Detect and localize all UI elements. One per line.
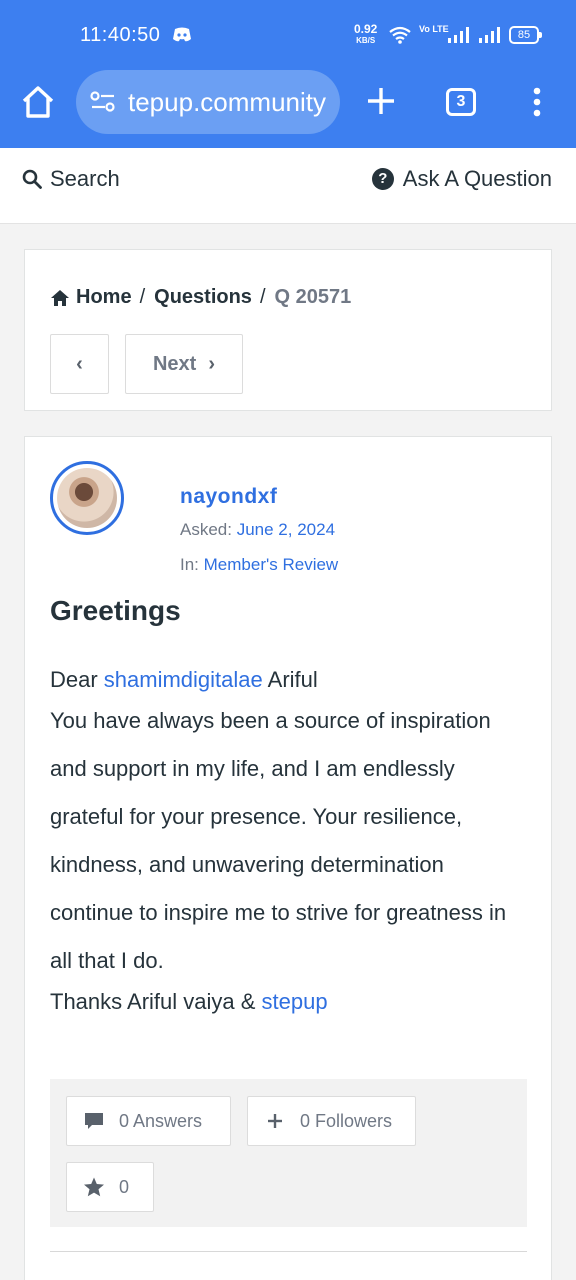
search-icon	[22, 169, 42, 189]
wifi-icon	[389, 26, 411, 44]
question-stats: 0 Answers 0 Followers 0	[50, 1079, 527, 1227]
search-button[interactable]: Search	[22, 164, 120, 194]
browser-home-icon[interactable]	[20, 84, 56, 120]
network-speed-value: 0.92	[354, 22, 378, 36]
site-settings-icon[interactable]	[90, 91, 116, 113]
avatar-photo	[57, 468, 117, 528]
breadcrumb-card: Home / Questions / Q 20571 ‹ Next ›	[24, 249, 552, 411]
battery-icon: 85	[509, 26, 542, 44]
favorite-button[interactable]: 0	[66, 1162, 154, 1212]
follow-button[interactable]: 0 Followers	[247, 1096, 416, 1146]
comment-icon	[85, 1113, 103, 1129]
previous-question-button[interactable]: ‹	[50, 334, 109, 394]
followers-count: 0 Followers	[300, 1110, 393, 1131]
plus-icon	[268, 1114, 282, 1128]
body-greeting-rest: Ariful	[262, 667, 318, 692]
home-icon	[51, 289, 69, 306]
breadcrumb-current: Q 20571	[274, 286, 352, 308]
breadcrumb: Home / Questions / Q 20571	[50, 286, 351, 309]
tab-switcher-button[interactable]: 3	[446, 88, 476, 116]
asked-label: Asked:	[180, 520, 232, 539]
favorites-count: 0	[119, 1176, 130, 1197]
breadcrumb-separator: /	[259, 286, 266, 308]
answers-button[interactable]: 0 Answers	[66, 1096, 231, 1146]
stepup-link[interactable]: stepup	[262, 989, 328, 1014]
signal-icon	[479, 27, 500, 43]
search-label: Search	[50, 166, 120, 191]
question-card: nayondxf Asked: June 2, 2024 In: Member'…	[24, 436, 552, 1280]
answers-count: 0 Answers	[119, 1110, 203, 1131]
browser-chrome: 11:40:50 0.92 KB/S Vo LTE 85 tepup.commu…	[0, 0, 576, 148]
next-question-button[interactable]: Next ›	[125, 334, 243, 394]
category-label: In:	[180, 555, 199, 574]
star-icon	[84, 1177, 104, 1197]
breadcrumb-separator: /	[139, 286, 146, 308]
ask-question-button[interactable]: ? Ask A Question	[371, 164, 552, 194]
asked-date-link[interactable]: June 2, 2024	[237, 520, 335, 539]
body-greeting: Dear	[50, 667, 104, 692]
more-menu-icon[interactable]	[527, 86, 547, 118]
author-name[interactable]: nayondxf	[180, 485, 277, 509]
ask-question-label: Ask A Question	[402, 166, 552, 191]
category-link[interactable]: Member's Review	[204, 555, 339, 574]
next-label: Next	[152, 352, 197, 375]
asked-date: Asked: June 2, 2024	[180, 520, 335, 540]
status-time: 11:40:50	[80, 24, 161, 46]
breadcrumb-home[interactable]: Home	[76, 286, 132, 309]
chevron-left-icon: ‹	[76, 352, 83, 375]
address-bar[interactable]: tepup.community	[76, 70, 340, 134]
new-tab-icon[interactable]	[364, 84, 398, 118]
breadcrumb-questions[interactable]: Questions	[154, 286, 252, 309]
question-category: In: Member's Review	[180, 555, 338, 575]
author-avatar[interactable]	[50, 461, 124, 535]
network-speed: 0.92 KB/S	[354, 22, 378, 46]
volte-indicator: Vo LTE	[419, 24, 449, 34]
body-paragraph: You have always been a source of inspira…	[50, 708, 507, 973]
chevron-right-icon: ›	[208, 352, 216, 375]
site-topbar: Search ? Ask A Question	[0, 148, 576, 224]
question-circle-icon: ?	[371, 168, 394, 190]
discord-icon	[173, 27, 191, 42]
mention-link[interactable]: shamimdigitalae	[104, 667, 263, 692]
question-body: Dear shamimdigitalae Ariful You have alw…	[50, 665, 530, 1019]
divider	[50, 1251, 527, 1252]
address-bar-url: tepup.community	[128, 87, 326, 117]
network-speed-unit: KB/S	[356, 36, 376, 45]
status-bar: 11:40:50 0.92 KB/S Vo LTE 85	[0, 0, 576, 70]
question-title: Greetings	[50, 595, 181, 626]
signal-icon	[448, 27, 469, 43]
body-thanks: Thanks Ariful vaiya &	[50, 989, 262, 1014]
